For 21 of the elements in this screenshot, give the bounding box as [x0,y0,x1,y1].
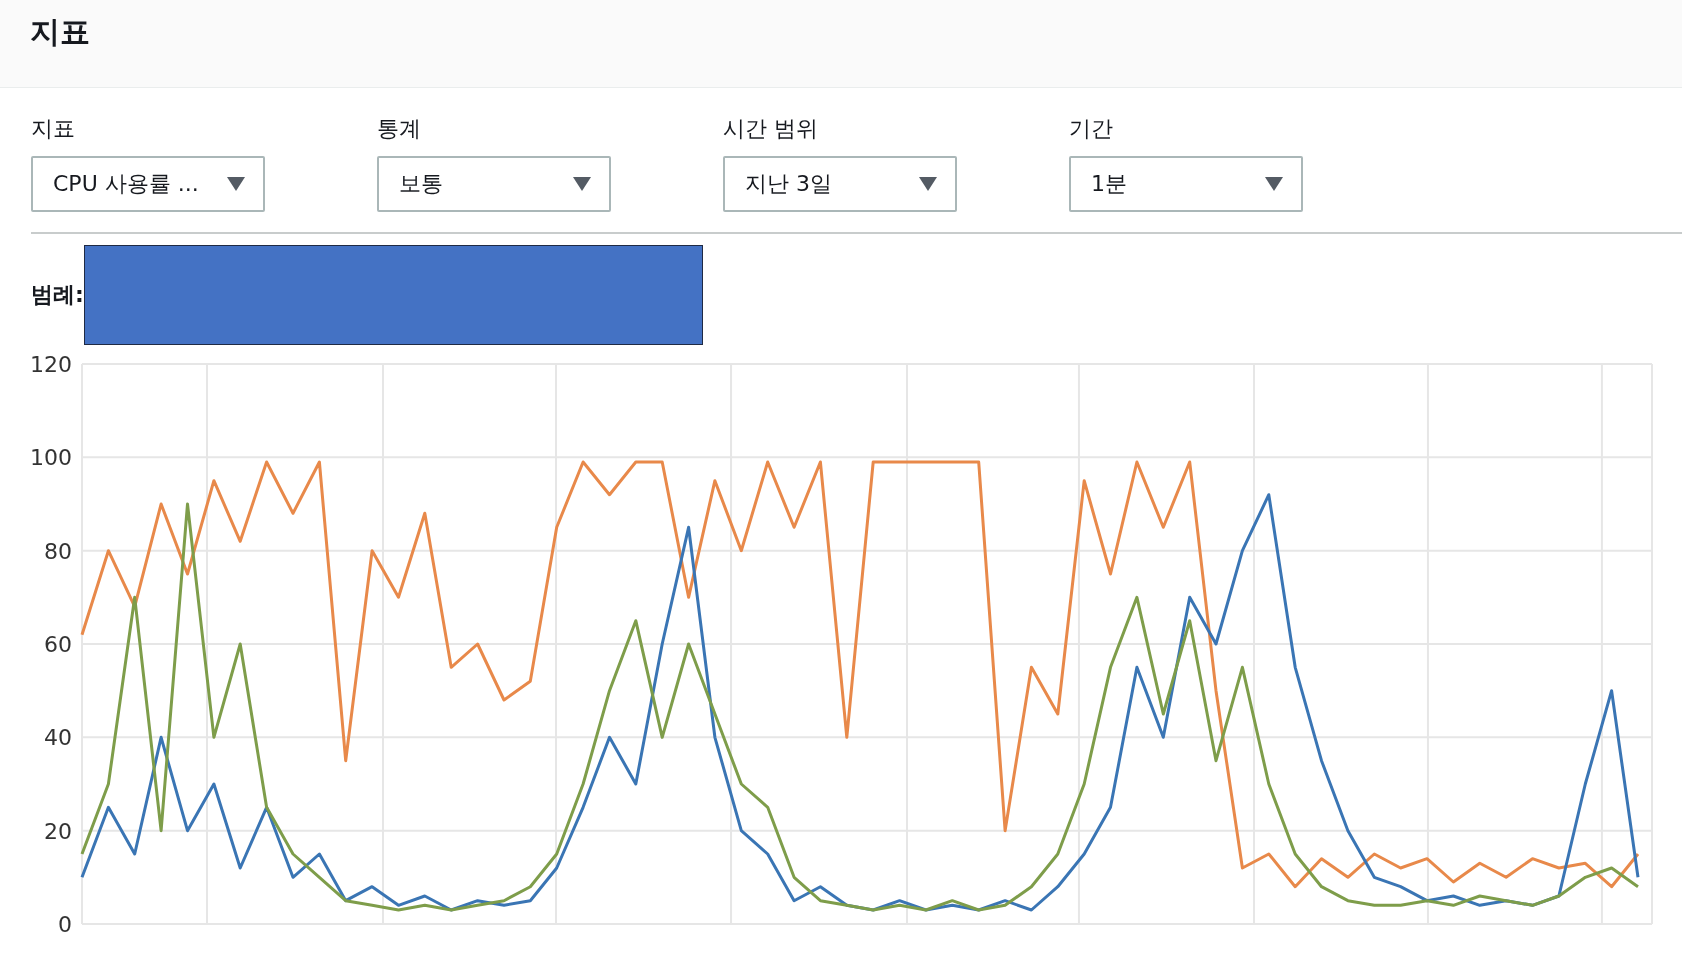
dropdown[interactable]: 지난 3일 [723,156,957,212]
caret-icon [919,177,937,191]
caret-icon [1265,177,1283,191]
axis-tick-label: 40 [44,725,72,751]
dropdown[interactable]: 1분 [1069,156,1303,212]
legend-label: 범례: [31,281,84,309]
dropdown[interactable]: 보통 [377,156,611,212]
filter-label: 통계 [377,115,422,143]
axis-tick-label: 0 [58,912,72,936]
filter-label: 지표 [31,115,76,143]
dropdown[interactable]: CPU 사용률 ... [31,156,265,212]
caret-icon [227,177,245,191]
axis-tick-label: 100 [30,445,72,471]
caret-icon [573,177,591,191]
axis-tick-label: 20 [44,818,72,844]
axis-tick-label: 120 [30,352,72,377]
filter-label: 시간 범위 [723,115,819,143]
filter-label: 기간 [1069,115,1114,143]
axis-tick-label: 60 [44,632,72,657]
page-title: 지표 [30,13,90,51]
axis-tick-label: 80 [44,538,72,564]
